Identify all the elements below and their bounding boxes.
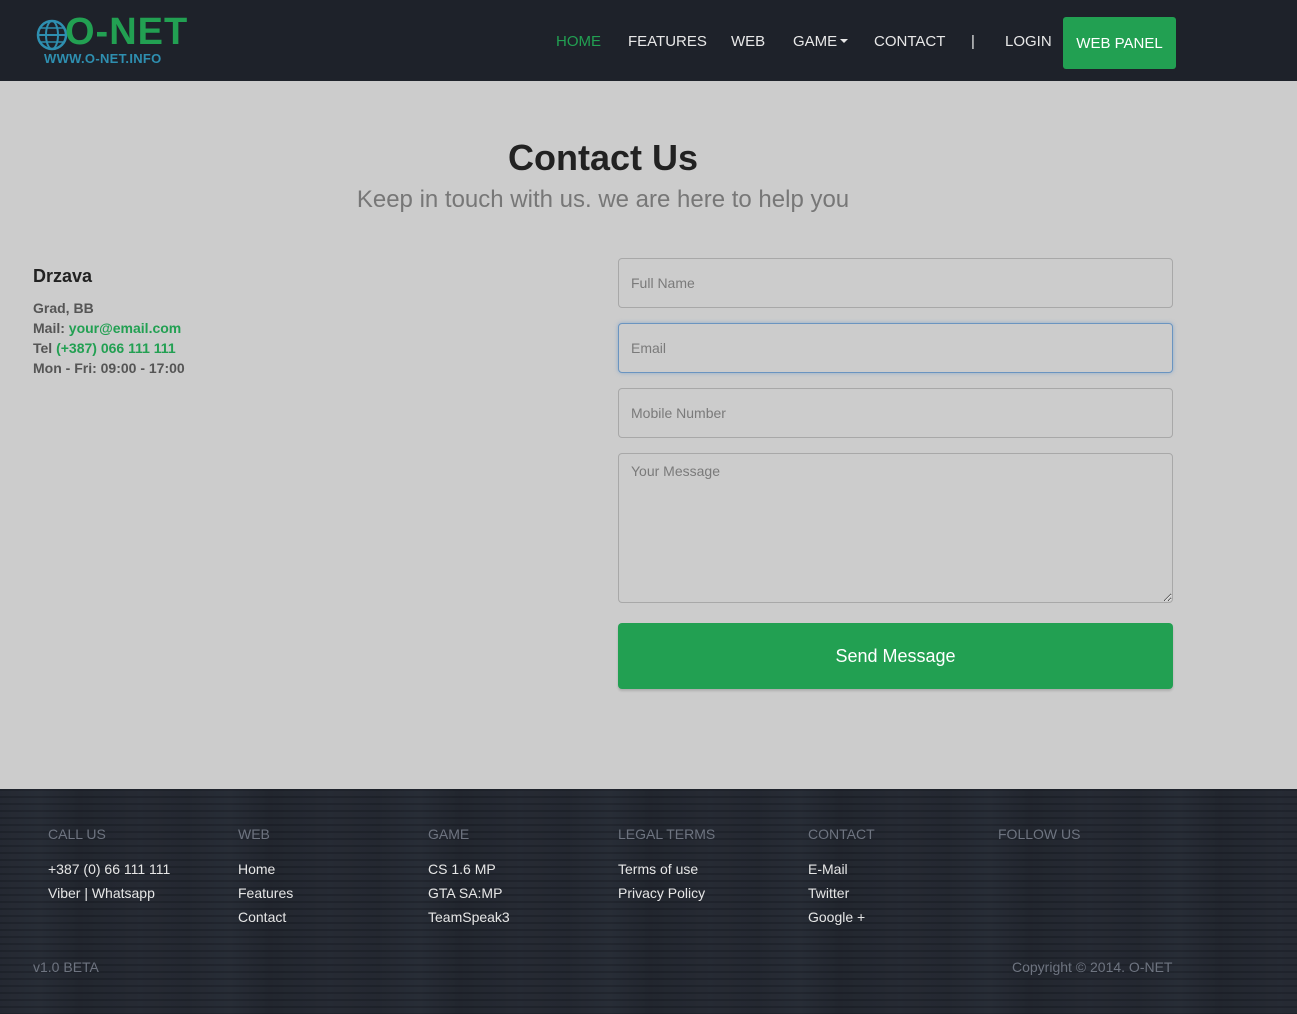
- info-mail-link[interactable]: your@email.com: [69, 320, 181, 336]
- footer-heading-web: WEB: [238, 826, 270, 842]
- footer-heading-call: CALL US: [48, 826, 106, 842]
- footer-heading-legal: LEGAL TERMS: [618, 826, 716, 842]
- footer-link-cs[interactable]: CS 1.6 MP: [428, 857, 510, 881]
- footer-heading-contact: CONTACT: [808, 826, 875, 842]
- nav-game-label: GAME: [793, 33, 838, 50]
- footer-phone[interactable]: +387 (0) 66 111 111: [48, 857, 170, 881]
- nav-contact[interactable]: CONTACT: [874, 33, 945, 51]
- navbar: O-NET WWW.O-NET.INFO HOME FEATURES WEB G…: [0, 0, 1297, 81]
- web-panel-button[interactable]: WEB PANEL: [1063, 17, 1176, 69]
- nav-web[interactable]: WEB: [731, 33, 765, 51]
- logo-text: O-NET: [65, 11, 189, 53]
- caret-down-icon: [840, 39, 849, 44]
- footer-link-contact[interactable]: Contact: [238, 905, 293, 929]
- nav-login[interactable]: LOGIN: [1005, 33, 1052, 51]
- footer-col-call: CALL US +387 (0) 66 111 111 Viber | What…: [48, 826, 170, 905]
- nav-features[interactable]: FEATURES: [628, 33, 707, 51]
- info-tel-link[interactable]: (+387) 066 111 111: [56, 340, 176, 356]
- footer-link-teamspeak[interactable]: TeamSpeak3: [428, 905, 510, 929]
- footer-viber[interactable]: Viber | Whatsapp: [48, 881, 170, 905]
- footer-link-terms[interactable]: Terms of use: [618, 857, 715, 881]
- info-hours: Mon - Fri: 09:00 - 17:00: [33, 360, 185, 376]
- footer: CALL US +387 (0) 66 111 111 Viber | What…: [0, 789, 1297, 1014]
- footer-col-game: GAME CS 1.6 MP GTA SA:MP TeamSpeak3: [428, 826, 510, 929]
- footer-heading-game: GAME: [428, 826, 470, 842]
- footer-col-legal: LEGAL TERMS Terms of use Privacy Policy: [618, 826, 715, 905]
- page-title: Contact Us: [507, 137, 699, 178]
- footer-col-web: WEB Home Features Contact: [238, 826, 293, 929]
- footer-link-home[interactable]: Home: [238, 857, 293, 881]
- send-message-button[interactable]: Send Message: [618, 623, 1173, 689]
- contact-info: Drzava Grad, BB Mail: your@email.com Tel…: [33, 266, 185, 378]
- info-tel-label: Tel: [33, 340, 53, 356]
- site-logo[interactable]: O-NET WWW.O-NET.INFO: [35, 11, 195, 70]
- footer-link-features[interactable]: Features: [238, 881, 293, 905]
- logo-subtitle: WWW.O-NET.INFO: [44, 51, 162, 66]
- globe-icon: [36, 19, 68, 51]
- footer-copyright: Copyright © 2014. O-NET: [1012, 959, 1173, 975]
- info-tel-row: Tel (+387) 066 111 111: [33, 338, 185, 358]
- footer-link-google[interactable]: Google +: [808, 905, 875, 929]
- page-subtitle: Keep in touch with us. we are here to he…: [356, 186, 850, 213]
- info-city: Grad, BB: [33, 300, 94, 316]
- info-mail-row: Mail: your@email.com: [33, 318, 185, 338]
- footer-col-contact: CONTACT E-Mail Twitter Google +: [808, 826, 875, 929]
- footer-link-gta[interactable]: GTA SA:MP: [428, 881, 510, 905]
- footer-link-privacy[interactable]: Privacy Policy: [618, 881, 715, 905]
- mobile-number-input[interactable]: [618, 388, 1173, 438]
- nav-game-dropdown[interactable]: GAME: [793, 33, 849, 51]
- footer-col-follow: FOLLOW US: [998, 826, 1080, 857]
- footer-heading-follow: FOLLOW US: [998, 826, 1081, 842]
- footer-version: v1.0 BETA: [33, 959, 99, 975]
- nav-separator: |: [971, 33, 975, 50]
- email-input[interactable]: [618, 323, 1173, 373]
- info-title: Drzava: [33, 266, 93, 286]
- message-textarea[interactable]: [618, 453, 1173, 603]
- footer-link-email[interactable]: E-Mail: [808, 857, 875, 881]
- full-name-input[interactable]: [618, 258, 1173, 308]
- nav-home[interactable]: HOME: [556, 33, 601, 51]
- footer-link-twitter[interactable]: Twitter: [808, 881, 875, 905]
- info-mail-label: Mail:: [33, 320, 65, 336]
